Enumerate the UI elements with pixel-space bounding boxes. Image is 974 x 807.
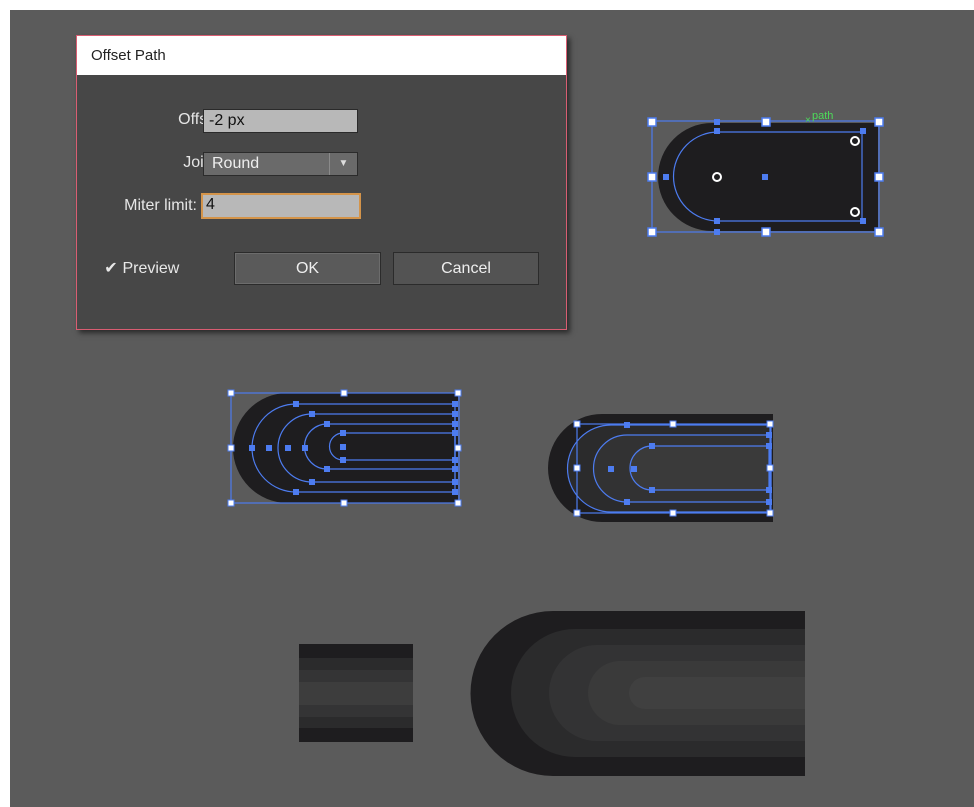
layered-rounded-shape bbox=[470, 611, 805, 776]
cancel-button[interactable]: Cancel bbox=[393, 252, 539, 285]
checkmark-icon: ✔ bbox=[104, 260, 118, 277]
joins-selected-value: Round bbox=[212, 155, 260, 172]
preview-label: Preview bbox=[122, 260, 180, 277]
preview-checkbox[interactable]: ✔ Preview bbox=[104, 258, 179, 278]
path-hint-x: × bbox=[805, 115, 811, 126]
miter-limit-input[interactable]: 4 bbox=[201, 193, 361, 219]
offset-shape-left[interactable] bbox=[227, 389, 462, 507]
path-hint-label: path bbox=[812, 110, 833, 122]
chevron-down-icon[interactable]: ▼ bbox=[329, 153, 357, 175]
miter-limit-label: Miter limit: bbox=[124, 197, 197, 214]
offset-input[interactable]: -2 px bbox=[203, 109, 358, 133]
selected-shape-top[interactable] bbox=[647, 117, 884, 237]
ok-button[interactable]: OK bbox=[234, 252, 381, 285]
joins-select[interactable]: Round ▼ bbox=[203, 152, 358, 176]
offset-shape-right[interactable] bbox=[548, 414, 774, 522]
dialog-title[interactable]: Offset Path bbox=[77, 36, 566, 75]
offset-path-dialog: Offset Path Offset: -2 px Joins: Round ▼… bbox=[76, 35, 567, 330]
stripe-swatch bbox=[299, 644, 413, 742]
